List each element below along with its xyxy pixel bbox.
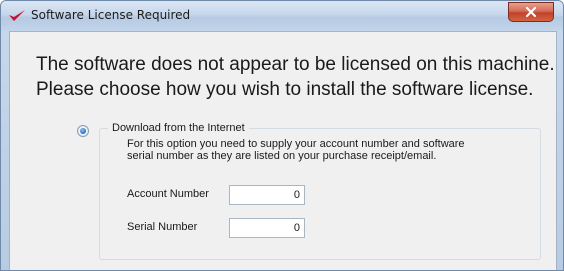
title-bar[interactable]: Software License Required: [1, 1, 563, 31]
description-line-2: serial number as they are listed on your…: [127, 150, 437, 162]
download-option-radio[interactable]: [77, 125, 89, 137]
download-option-label[interactable]: Download from the Internet: [108, 122, 249, 134]
close-icon: [525, 6, 537, 18]
serial-number-label: Serial Number: [127, 221, 198, 233]
download-option-description: For this option you need to supply your …: [127, 138, 465, 162]
serial-number-input[interactable]: [229, 218, 305, 238]
license-message-line-2: Please choose how you wish to install th…: [36, 79, 534, 100]
window-title: Software License Required: [31, 8, 191, 22]
description-line-1: For this option you need to supply your …: [127, 138, 465, 150]
license-message-line-1: The software does not appear to be licen…: [36, 54, 555, 75]
account-number-label: Account Number: [127, 188, 209, 200]
dialog-body: The software does not appear to be licen…: [9, 31, 557, 270]
close-button[interactable]: [508, 2, 554, 22]
app-logo-icon: [8, 8, 26, 24]
license-dialog: Software License Required The software d…: [0, 0, 564, 271]
account-number-input[interactable]: [229, 185, 305, 205]
license-message: The software does not appear to be licen…: [36, 52, 555, 102]
